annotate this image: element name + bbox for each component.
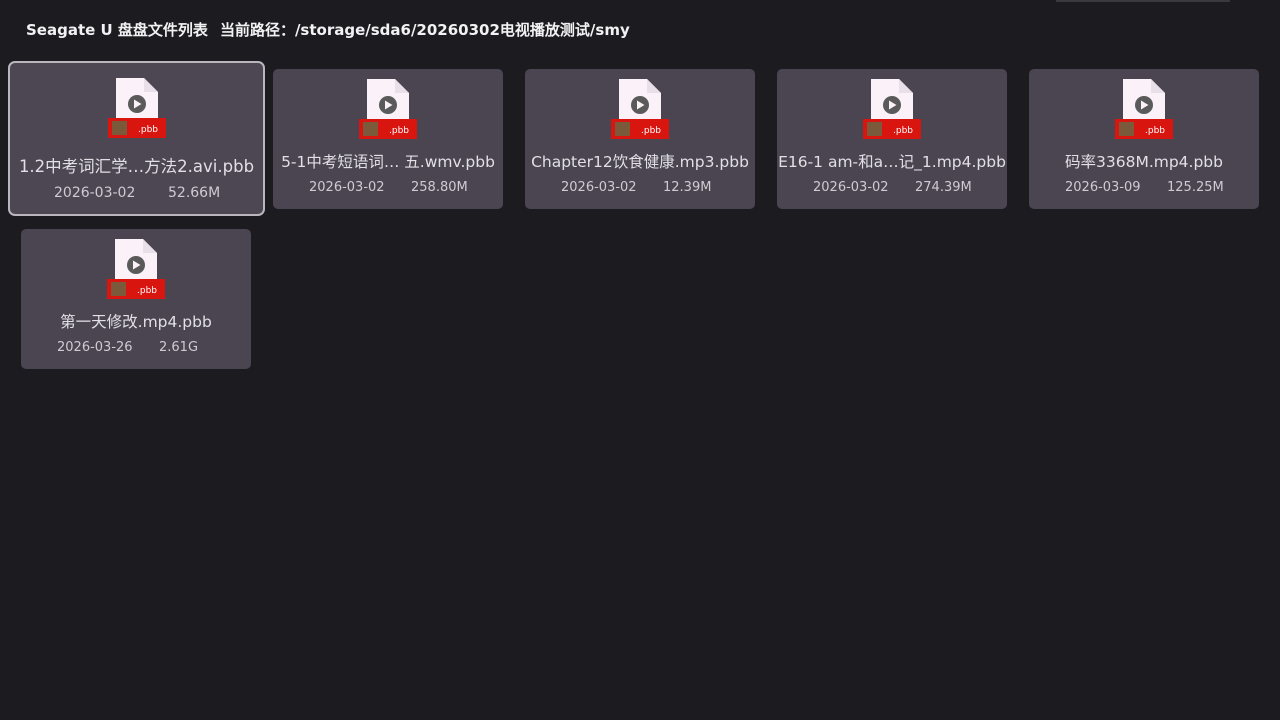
video-file-icon: .pbb: [107, 239, 165, 299]
file-card[interactable]: .pbb 第一天修改.mp4.pbb 2026-03-26 2.61G: [21, 229, 251, 369]
file-date: 2026-03-02: [309, 180, 385, 195]
svg-text:.pbb: .pbb: [1145, 126, 1165, 136]
video-file-icon: .pbb: [107, 78, 166, 138]
video-file-icon: .pbb: [611, 79, 669, 139]
file-size: 258.80M: [411, 180, 468, 195]
file-card[interactable]: .pbb Chapter12饮食健康.mp3.pbb 2026-03-02 12…: [525, 69, 755, 209]
svg-text:.pbb: .pbb: [893, 126, 913, 136]
file-name: 第一天修改.mp4.pbb: [60, 313, 212, 331]
current-path: 当前路径：/storage/sda6/20260302电视播放测试/smy: [219, 21, 630, 39]
svg-text:.pbb: .pbb: [138, 125, 158, 135]
file-date: 2026-03-02: [813, 180, 889, 195]
file-date: 2026-03-26: [57, 340, 133, 355]
file-name: 1.2中考词汇学…方法2.avi.pbb: [18, 157, 255, 176]
video-file-icon: .pbb: [863, 79, 921, 139]
file-size: 12.39M: [663, 180, 712, 195]
file-name: 码率3368M.mp4.pbb: [1065, 153, 1223, 171]
file-size: 125.25M: [1167, 180, 1224, 195]
video-file-icon: .pbb: [1115, 79, 1173, 139]
file-size: 52.66M: [168, 185, 221, 201]
file-date: 2026-03-09: [1065, 180, 1141, 195]
header-bar: Seagate U 盘盘文件列表 当前路径：/storage/sda6/20260…: [26, 19, 630, 41]
file-date: 2026-03-02: [561, 180, 637, 195]
file-card[interactable]: .pbb E16-1 am-和a…记_1.mp4.pbb 2026-03-02 …: [777, 69, 1007, 209]
page-title: Seagate U 盘盘文件列表: [26, 21, 208, 39]
file-size: 274.39M: [915, 180, 972, 195]
file-date: 2026-03-02: [54, 185, 136, 201]
file-card[interactable]: .pbb 1.2中考词汇学…方法2.avi.pbb 2026-03-02 52.…: [8, 61, 265, 216]
top-divider: [1056, 0, 1230, 2]
svg-text:.pbb: .pbb: [389, 126, 409, 136]
video-file-icon: .pbb: [359, 79, 417, 139]
file-name: 5-1中考短语词… 五.wmv.pbb: [281, 153, 495, 171]
svg-text:.pbb: .pbb: [137, 286, 157, 296]
file-name: Chapter12饮食健康.mp3.pbb: [531, 153, 749, 171]
file-size: 2.61G: [159, 340, 199, 355]
svg-text:.pbb: .pbb: [641, 126, 661, 136]
file-name: E16-1 am-和a…记_1.mp4.pbb: [778, 153, 1006, 171]
file-card[interactable]: .pbb 5-1中考短语词… 五.wmv.pbb 2026-03-02 258.…: [273, 69, 503, 209]
file-browser-screen: Seagate U 盘盘文件列表 当前路径：/storage/sda6/20260…: [0, 0, 1280, 720]
file-card[interactable]: .pbb 码率3368M.mp4.pbb 2026-03-09 125.25M: [1029, 69, 1259, 209]
